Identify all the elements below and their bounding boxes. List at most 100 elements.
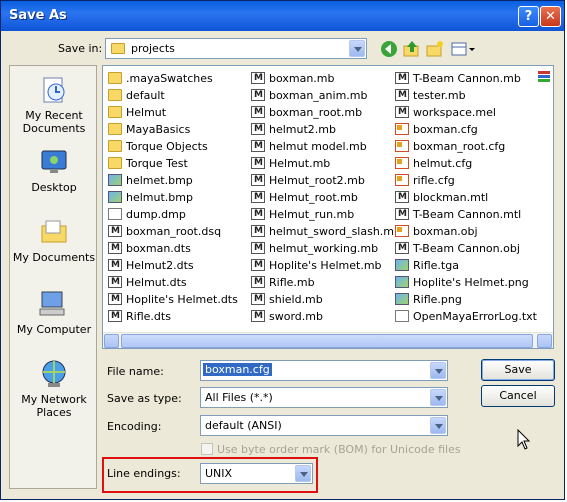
my-computer-icon [39, 291, 65, 316]
config-file-icon [395, 157, 409, 169]
file-item[interactable]: Rifle.png [393, 291, 538, 308]
horizontal-scrollbar[interactable] [103, 332, 553, 348]
maya-file-icon [251, 257, 265, 274]
file-name: Helmut_run.mb [269, 208, 355, 221]
file-item[interactable]: helmut model.mb [249, 138, 394, 155]
scroll-right-button[interactable] [537, 334, 552, 348]
save-in-dropdown[interactable]: projects [105, 38, 367, 59]
place-my-documents[interactable]: My Documents [10, 216, 98, 264]
window-title: Save As [9, 8, 67, 23]
file-item[interactable]: Hoplite's Helmet.mb [249, 257, 394, 274]
file-item[interactable]: Torque Test [106, 155, 251, 172]
file-name: Helmut2.dts [126, 259, 194, 272]
file-name: Helmut_root.mb [269, 191, 358, 204]
file-item[interactable]: Helmut.dts [106, 274, 251, 291]
new-folder-icon[interactable] [425, 39, 445, 59]
file-name: boxman.obj [413, 225, 478, 238]
file-item[interactable]: Helmut2.dts [106, 257, 251, 274]
mouse-cursor-icon [517, 429, 531, 450]
file-item[interactable]: Hoplite's Helmet.dts [106, 291, 251, 308]
file-item[interactable]: helmut.cfg [393, 155, 538, 172]
file-item[interactable]: Hoplite's Helmet.png [393, 274, 538, 291]
file-name: helmut_working.mb [269, 242, 379, 255]
file-item[interactable]: boxman_root.mb [249, 104, 394, 121]
save-as-dialog: Save As ? ✕ Save in: projects My Recent … [0, 0, 565, 500]
file-item[interactable]: MayaBasics [106, 121, 251, 138]
file-item[interactable]: helmut.bmp [106, 189, 251, 206]
file-item[interactable]: Helmut_root.mb [249, 189, 394, 206]
file-item[interactable]: Helmut.mb [249, 155, 394, 172]
file-item[interactable]: Torque Objects [106, 138, 251, 155]
file-item[interactable]: boxman_root.dsq [106, 223, 251, 240]
file-column: boxman.mb boxman_anim.mb boxman_root.mbhel… [249, 70, 401, 325]
file-item[interactable]: helmut_sword_slash.mb [249, 223, 401, 240]
file-item[interactable]: .mayaSwatches [106, 70, 251, 87]
file-name: dump.dmp [126, 208, 186, 221]
up-folder-icon[interactable] [402, 39, 422, 59]
close-button[interactable]: ✕ [540, 6, 561, 27]
chevron-down-icon[interactable] [349, 40, 365, 57]
encoding-dropdown[interactable]: default (ANSI) [200, 415, 448, 436]
file-item[interactable]: workspace.mel [393, 104, 538, 121]
file-item[interactable]: T-Beam Cannon.mb [393, 70, 538, 87]
file-item[interactable]: Helmut [106, 104, 251, 121]
file-item[interactable]: tester.mb [393, 87, 538, 104]
file-item[interactable]: boxman.dts [106, 240, 251, 257]
chevron-down-icon[interactable] [430, 417, 446, 434]
file-item[interactable]: boxman.mb [249, 70, 394, 87]
file-item[interactable]: helmut_working.mb [249, 240, 394, 257]
file-item[interactable]: dump.dmp [106, 206, 251, 223]
save-as-type-dropdown[interactable]: All Files (*.*) [200, 387, 448, 408]
maya-file-icon [251, 87, 265, 104]
maya-file-icon [108, 274, 122, 291]
help-button[interactable]: ? [518, 6, 539, 27]
file-item[interactable]: T-Beam Cannon.mtl [393, 206, 538, 223]
chevron-down-icon[interactable] [430, 362, 446, 379]
file-name: Hoplite's Helmet.mb [269, 259, 382, 272]
file-item[interactable]: Rifle.dts [106, 308, 251, 325]
file-name: T-Beam Cannon.obj [413, 242, 520, 255]
file-item[interactable]: sword.mb [249, 308, 394, 325]
maya-file-icon [108, 240, 122, 257]
file-item[interactable]: shield.mb [249, 291, 394, 308]
file-item[interactable]: helmet.bmp [106, 172, 251, 189]
file-item[interactable]: blockman.mtl [393, 189, 538, 206]
file-name: helmut2.mb [269, 123, 336, 136]
file-item[interactable]: boxman.obj [393, 223, 538, 240]
file-item[interactable]: Helmut_root2.mb [249, 172, 394, 189]
place-network-places[interactable]: My Network Places [10, 358, 98, 419]
file-item[interactable]: helmut2.mb [249, 121, 394, 138]
maya-file-icon [251, 70, 265, 87]
file-item[interactable]: Rifle.mb [249, 274, 394, 291]
file-list[interactable]: .mayaSwatches default Helmut MayaBasics Torq… [102, 65, 554, 349]
file-name: tester.mb [413, 89, 466, 102]
maya-file-icon [395, 87, 409, 104]
file-name-input[interactable]: boxman.cfg [200, 360, 448, 381]
place-desktop[interactable]: Desktop [10, 146, 98, 194]
file-item[interactable]: OpenMayaErrorLog.txt [393, 308, 538, 325]
file-item[interactable]: default [106, 87, 251, 104]
file-item[interactable]: Rifle.tga [393, 257, 538, 274]
folder-icon [108, 157, 122, 169]
file-item[interactable]: T-Beam Cannon.obj [393, 240, 538, 257]
cancel-button[interactable]: Cancel [481, 385, 555, 407]
scroll-left-button[interactable] [104, 334, 119, 348]
scrollbar-thumb[interactable] [121, 334, 533, 348]
maya-file-icon [108, 308, 122, 325]
save-button[interactable]: Save [481, 359, 555, 381]
file-name: boxman.dts [126, 242, 191, 255]
title-bar[interactable]: Save As ? ✕ [1, 1, 564, 31]
file-item[interactable]: boxman_anim.mb [249, 87, 394, 104]
file-item[interactable]: Helmut_run.mb [249, 206, 394, 223]
chevron-down-icon[interactable] [430, 389, 446, 406]
back-icon[interactable] [379, 39, 399, 59]
views-menu-icon[interactable] [450, 39, 476, 59]
bom-checkbox[interactable] [201, 443, 213, 455]
file-item[interactable]: rifle.cfg [393, 172, 538, 189]
file-item[interactable]: boxman.cfg [393, 121, 538, 138]
place-recent-documents[interactable]: My Recent Documents [10, 74, 98, 135]
place-my-computer[interactable]: My Computer [10, 288, 98, 336]
file-item[interactable]: boxman_root.cfg [393, 138, 538, 155]
file-name: Rifle.png [413, 293, 462, 306]
file-name: Helmut_root2.mb [269, 174, 365, 187]
